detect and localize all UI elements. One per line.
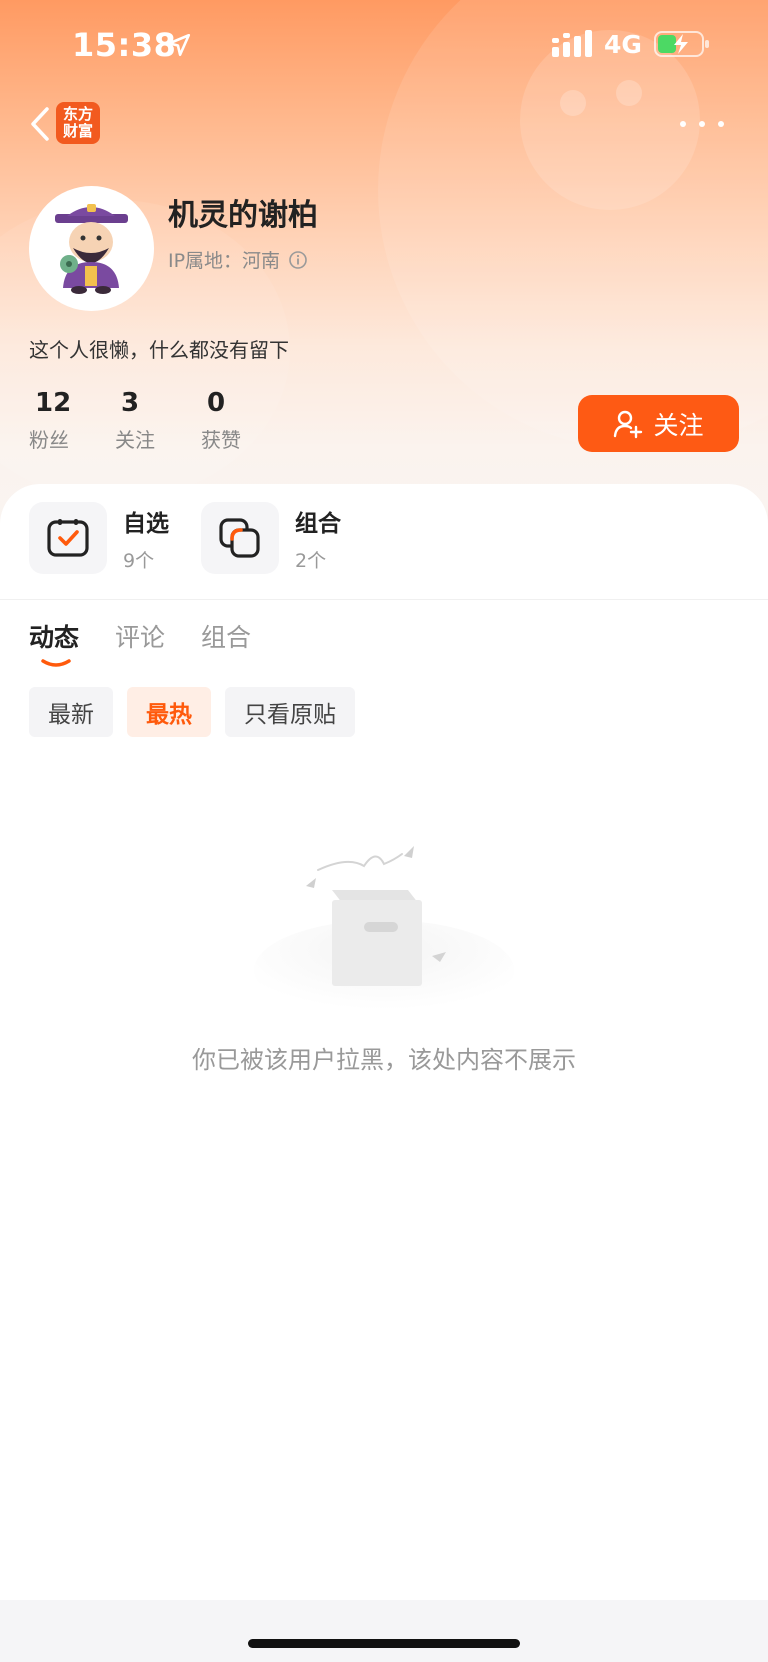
empty-box-icon <box>254 846 514 1010</box>
stat-likes[interactable]: 0 获赞 <box>201 388 287 453</box>
more-options-button[interactable] <box>680 108 724 140</box>
filter-latest[interactable]: 最新 <box>29 687 113 737</box>
signal-strength-icon <box>552 30 592 57</box>
chevron-left-icon <box>31 107 49 141</box>
stat-value: 3 <box>121 388 140 418</box>
tab-comments[interactable]: 评论 <box>115 618 165 654</box>
shortcut-watchlist[interactable]: 自选 9个 <box>29 502 169 574</box>
divider <box>0 599 768 600</box>
username: 机灵的谢柏 <box>168 198 318 233</box>
stat-label: 获赞 <box>201 428 241 452</box>
stat-value: 12 <box>35 388 72 418</box>
status-bar: 15:38 4G <box>0 0 768 92</box>
filter-original-only[interactable]: 只看原贴 <box>225 687 355 737</box>
bottom-safe-area <box>0 1600 768 1662</box>
back-button[interactable] <box>20 104 60 144</box>
add-user-icon <box>614 410 643 438</box>
tab-posts[interactable]: 动态 <box>29 618 79 667</box>
battery-charging-icon <box>654 31 709 57</box>
shortcut-count: 2个 <box>295 549 327 572</box>
follow-button-label: 关注 <box>653 411 704 440</box>
shortcut-title: 自选 <box>123 510 169 537</box>
ip-location-text: IP属地：河南 <box>168 250 281 272</box>
active-tab-indicator <box>41 659 71 667</box>
empty-state-message: 你已被该用户拉黑，该处内容不展示 <box>192 1046 576 1074</box>
profile-page: 15:38 4G 东方 财富 机灵的谢柏 IP属地：河南 这个人很懒，什么都没有… <box>0 0 768 1662</box>
avatar[interactable] <box>29 186 154 311</box>
avatar-caishen-icon <box>55 204 128 294</box>
info-icon[interactable] <box>288 250 308 270</box>
stat-following[interactable]: 3 关注 <box>115 388 201 453</box>
stack-icon <box>219 518 260 558</box>
status-time: 15:38 <box>72 26 177 64</box>
stat-value: 0 <box>207 388 226 418</box>
shortcut-count: 9个 <box>123 549 155 572</box>
shortcut-portfolio[interactable]: 组合 2个 <box>201 502 341 574</box>
profile-stats: 12 粉丝 3 关注 0 获赞 <box>29 388 287 453</box>
post-filters: 最新 最热 只看原贴 <box>29 687 369 737</box>
stat-followers[interactable]: 12 粉丝 <box>29 388 115 453</box>
stat-label: 关注 <box>115 428 155 452</box>
follow-button[interactable]: 关注 <box>578 395 739 452</box>
filter-hottest[interactable]: 最热 <box>127 687 211 737</box>
checkbox-icon <box>47 519 89 557</box>
network-type-label: 4G <box>604 30 642 59</box>
app-brand-logo[interactable]: 东方 财富 <box>56 102 100 144</box>
more-dots-icon <box>680 121 686 127</box>
bio: 这个人很懒，什么都没有留下 <box>29 338 289 362</box>
stat-label: 粉丝 <box>29 428 69 452</box>
tab-portfolio[interactable]: 组合 <box>201 618 251 654</box>
ip-location: IP属地：河南 <box>168 246 308 273</box>
home-indicator[interactable] <box>248 1639 520 1648</box>
content-tabs: 动态 评论 组合 <box>29 618 287 667</box>
location-arrow-icon <box>167 33 191 57</box>
shortcut-title: 组合 <box>295 510 341 537</box>
content-card: 自选 9个 组合 2个 动态 评论 组合 最新 最热 只看原贴 你已被该用户拉黑… <box>0 484 768 1662</box>
